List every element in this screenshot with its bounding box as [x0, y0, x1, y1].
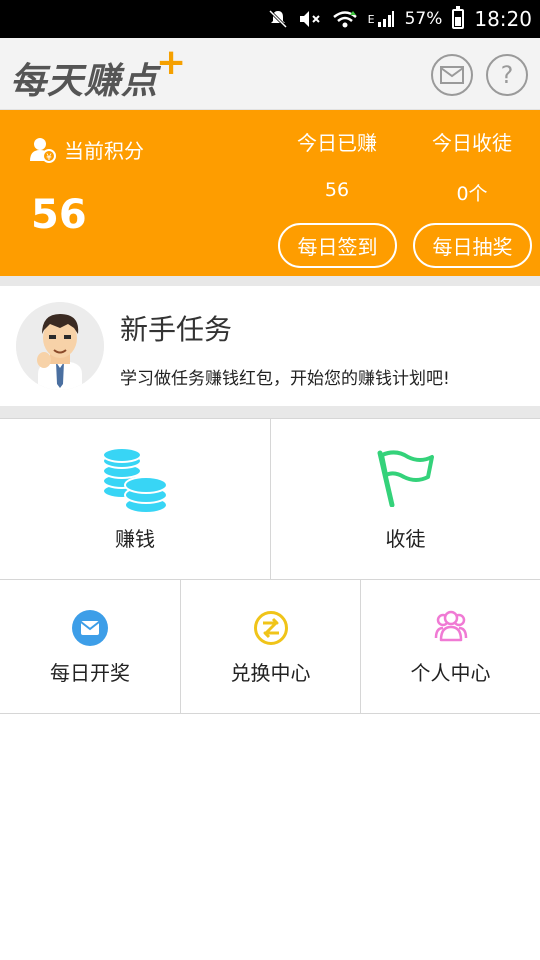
personal-center-label: 个人中心 — [410, 661, 491, 685]
main-menu-grid: 赚钱 收徒 — [0, 418, 540, 580]
points-label-group: ¥ 当前积分 — [30, 135, 144, 164]
avatar — [16, 302, 104, 390]
flag-icon — [377, 450, 434, 507]
coins-icon — [102, 447, 168, 514]
people-icon — [434, 610, 467, 642]
app-logo-plus: + — [156, 42, 187, 83]
exchange-center-label: 兑换中心 — [230, 661, 311, 685]
clock: 18:20 — [474, 7, 532, 31]
today-recruits-label: 今日收徒 — [432, 131, 512, 155]
volume-muted-icon — [298, 7, 322, 31]
points-label: 当前积分 — [64, 139, 144, 163]
user-points-icon: ¥ — [30, 137, 56, 163]
personal-center-tile[interactable]: 个人中心 — [360, 580, 540, 713]
today-earned-label: 今日已赚 — [297, 131, 377, 155]
battery-percent: 57% — [404, 9, 443, 29]
newbie-task-description: 学习做任务赚钱红包，开始您的赚钱计划吧! — [120, 369, 450, 389]
recruit-label: 收徒 — [385, 527, 426, 551]
daily-draw-tile[interactable]: 每日开奖 — [0, 580, 180, 713]
messages-button[interactable] — [431, 54, 473, 96]
app-header: 每天赚点 + ? — [0, 38, 540, 110]
daily-lottery-button[interactable]: 每日抽奖 — [413, 223, 532, 268]
businessman-avatar-icon — [16, 302, 104, 390]
section-divider — [0, 406, 540, 418]
daily-draw-label: 每日开奖 — [50, 661, 130, 685]
status-bar: E 57% 18:20 — [0, 0, 540, 38]
earn-money-tile[interactable]: 赚钱 — [0, 419, 270, 579]
network-type-label: E — [367, 12, 375, 26]
help-icon: ? — [500, 61, 514, 89]
section-divider — [0, 276, 540, 286]
wifi-icon — [332, 7, 358, 31]
newbie-task-card[interactable]: 新手任务 学习做任务赚钱红包，开始您的赚钱计划吧! — [0, 286, 540, 406]
mail-icon — [440, 66, 464, 84]
exchange-center-tile[interactable]: 兑换中心 — [180, 580, 360, 713]
points-value: 56 — [31, 192, 87, 238]
daily-checkin-button[interactable]: 每日签到 — [278, 223, 397, 268]
help-button[interactable]: ? — [486, 54, 528, 96]
exchange-icon — [253, 611, 288, 645]
today-recruits-value: 0个 — [456, 183, 488, 205]
battery-icon — [452, 6, 465, 29]
points-banner: ¥ 当前积分 56 今日已赚 今日收徒 56 0个 每日签到 每日抽奖 — [0, 110, 540, 276]
secondary-menu-grid: 每日开奖 兑换中心 个人中心 — [0, 580, 540, 714]
svg-text:¥: ¥ — [46, 153, 52, 163]
cell-signal-icon: E — [368, 7, 395, 31]
mute-notification-icon — [268, 7, 288, 31]
recruit-tile[interactable]: 收徒 — [270, 419, 540, 579]
app-logo: 每天赚点 — [10, 61, 159, 102]
earn-money-label: 赚钱 — [115, 527, 155, 551]
mail-circle-icon — [72, 610, 108, 646]
today-earned-value: 56 — [324, 179, 350, 201]
newbie-task-title: 新手任务 — [120, 313, 233, 346]
